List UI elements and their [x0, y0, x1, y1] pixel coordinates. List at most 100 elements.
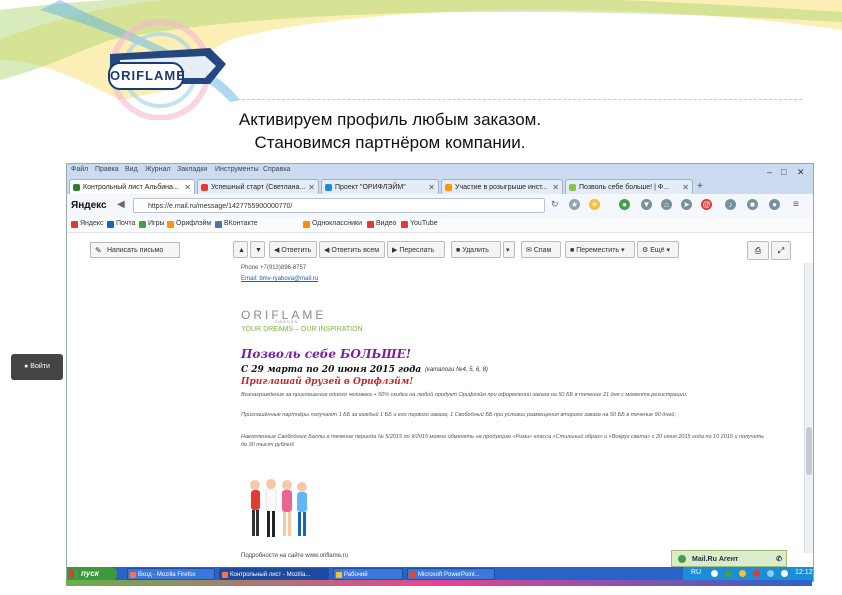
- bookmark-star-icon[interactable]: ★: [569, 199, 580, 210]
- delete-dropdown-icon[interactable]: ▾: [503, 241, 515, 258]
- reply-all-button[interactable]: ◀ Ответить всем: [319, 241, 385, 258]
- minimize-icon[interactable]: –: [767, 167, 772, 177]
- shield-icon[interactable]: ●: [619, 199, 630, 210]
- help-icon[interactable]: [711, 570, 718, 577]
- tab-allow-yourself-more[interactable]: Позволь себе больше! | Ф... ✕: [565, 179, 693, 194]
- oriflame-train-logo: ORIFLAME: [108, 62, 185, 90]
- prev-message-icon[interactable]: ▲: [233, 241, 248, 258]
- gift-icon[interactable]: ■: [747, 199, 758, 210]
- taskbar-item-folder[interactable]: Рабочий: [333, 568, 403, 580]
- enter-button[interactable]: ● Войти: [11, 354, 63, 380]
- caption-line-2: Становимся партнёром компании.: [254, 133, 526, 152]
- back-icon[interactable]: ◀: [117, 199, 125, 210]
- taskbar-item-firefox-login[interactable]: Вход - Mozilla Firefox: [127, 568, 215, 580]
- tab-favicon-icon: [73, 184, 80, 191]
- youtube-icon: [201, 184, 208, 191]
- reply-button[interactable]: ◀ Ответить: [269, 241, 317, 258]
- menu-icon[interactable]: ≡: [793, 199, 799, 210]
- tab-favicon-icon: [325, 184, 332, 191]
- network-icon[interactable]: [725, 570, 732, 577]
- taskbar-item-firefox-checklist[interactable]: Контрольный лист - Mozilla...: [219, 568, 329, 580]
- menu-tools[interactable]: Инструменты: [215, 166, 259, 173]
- downloads-icon[interactable]: ▼: [641, 199, 652, 210]
- weather-icon[interactable]: ☀: [589, 199, 600, 210]
- promo-terms-2: Приглашённые партнёры получают 1 ББ за к…: [241, 412, 676, 418]
- site-link-line[interactable]: Подробности на сайте www.oriflame.ru: [241, 553, 348, 559]
- tab-label: Проект "ОРИФЛЭЙМ": [335, 184, 406, 191]
- menu-history[interactable]: Журнал: [145, 166, 171, 173]
- menu-view[interactable]: Вид: [125, 166, 138, 173]
- slide-caption: Активируем профиль любым заказом. Станов…: [0, 108, 780, 154]
- share-icon[interactable]: ➤: [681, 199, 692, 210]
- bookmark-mail[interactable]: Почта: [107, 220, 135, 228]
- sender-email-link[interactable]: Email: bmv-ryabova@mail.ru: [241, 276, 318, 282]
- compose-button[interactable]: ✎ Написать письмо: [90, 242, 180, 258]
- yandex-logo[interactable]: Яндекс: [71, 200, 107, 211]
- agent-icon: [678, 555, 686, 564]
- mail-body: Phone +7(913)896-8757 Email: bmv-ryabova…: [235, 263, 783, 563]
- menu-edit[interactable]: Правка: [95, 166, 119, 173]
- update-icon[interactable]: [753, 570, 760, 577]
- close-tab-icon[interactable]: ✕: [428, 180, 435, 194]
- bookmark-yandex[interactable]: Яндекс: [71, 220, 104, 228]
- promo-title: Позволь себе БОЛЬШЕ!: [241, 347, 412, 361]
- mail-agent-panel[interactable]: Mail.Ru Агент ✆: [671, 550, 787, 567]
- promo-terms-3: Накопленные Свободные Баллы в течение пе…: [241, 434, 765, 448]
- tab-contest[interactable]: Участие в розыгрыше инст... ✕: [441, 179, 563, 194]
- move-button[interactable]: ■ Переместить ▾: [565, 241, 635, 258]
- tab-project-oriflame[interactable]: Проект "ОРИФЛЭЙМ" ✕: [321, 179, 439, 194]
- bookmark-oriflame[interactable]: Орифлэйм: [167, 220, 211, 228]
- close-tab-icon[interactable]: ✕: [184, 180, 191, 194]
- bottom-decoration-stripe: [66, 580, 812, 586]
- phone-icon[interactable]: ✆: [776, 551, 782, 568]
- chat-icon[interactable]: ●: [769, 199, 780, 210]
- spam-button[interactable]: ✉ Спам: [521, 241, 561, 258]
- bookmark-vkontakte[interactable]: ВКонтакте: [215, 220, 258, 228]
- start-button[interactable]: пуск: [67, 567, 117, 581]
- bookmark-games[interactable]: Игры: [139, 220, 165, 228]
- firefox-icon: [130, 572, 136, 578]
- music-icon[interactable]: ♪: [725, 199, 736, 210]
- close-window-icon[interactable]: ✕: [797, 167, 805, 178]
- bookmark-youtube[interactable]: YouTube: [401, 220, 438, 228]
- next-message-icon[interactable]: ▼: [250, 241, 265, 258]
- close-tab-icon[interactable]: ✕: [552, 180, 559, 194]
- powerpoint-icon: [410, 572, 416, 578]
- new-tab-button[interactable]: +: [697, 181, 703, 192]
- bookmark-odnoklassniki[interactable]: Одноклассники: [303, 220, 362, 228]
- tab-checklist[interactable]: Контрольный лист Альбина... ✕: [69, 179, 195, 194]
- address-bar[interactable]: https://e.mail.ru/message/14277559000007…: [133, 198, 545, 213]
- taskbar-item-powerpoint[interactable]: Microsoft PowerPoint...: [407, 568, 495, 580]
- tab-label: Участие в розыгрыше инст...: [455, 184, 548, 191]
- mail-counter-icon[interactable]: @: [701, 199, 712, 210]
- sender-phone: Phone +7(913)896-8757: [241, 265, 307, 271]
- promo-invite: Приглашай друзей в Орифлэйм!: [241, 377, 414, 387]
- print-icon[interactable]: ⎙: [747, 241, 769, 260]
- reload-icon[interactable]: ↻: [551, 199, 559, 210]
- close-tab-icon[interactable]: ✕: [308, 180, 315, 194]
- volume-icon[interactable]: [767, 570, 774, 577]
- menu-bookmarks[interactable]: Закладки: [177, 166, 207, 173]
- maximize-icon[interactable]: □: [781, 167, 786, 177]
- system-tray: RU 12:12: [683, 567, 813, 581]
- bookmark-icon: [215, 221, 222, 228]
- tab-bar: Файл Правка Вид Журнал Закладки Инструме…: [67, 164, 813, 194]
- tab-label: Успешный старт (Светлана...: [211, 184, 306, 191]
- expand-icon[interactable]: ⤢: [771, 241, 791, 260]
- home-icon[interactable]: ⌂: [661, 199, 672, 210]
- power-icon[interactable]: [781, 570, 788, 577]
- scroll-thumb[interactable]: [806, 427, 812, 475]
- antivirus-icon[interactable]: [739, 570, 746, 577]
- scrollbar[interactable]: [804, 263, 813, 553]
- tab-success-start[interactable]: Успешный старт (Светлана... ✕: [197, 179, 319, 194]
- more-button[interactable]: ⚙ Ещё ▾: [637, 241, 679, 258]
- close-tab-icon[interactable]: ✕: [682, 180, 689, 194]
- forward-button[interactable]: ▶ Переслать: [387, 241, 445, 258]
- bookmark-icon: [401, 221, 408, 228]
- language-indicator[interactable]: RU: [691, 569, 701, 576]
- bookmark-video[interactable]: Видео: [367, 220, 396, 228]
- menu-file[interactable]: Файл: [71, 166, 88, 173]
- menu-help[interactable]: Справка: [263, 166, 290, 173]
- delete-button[interactable]: ■ Удалить: [451, 241, 501, 258]
- promo-dates-note: (каталоги №4, 5, 6, 8): [425, 367, 488, 373]
